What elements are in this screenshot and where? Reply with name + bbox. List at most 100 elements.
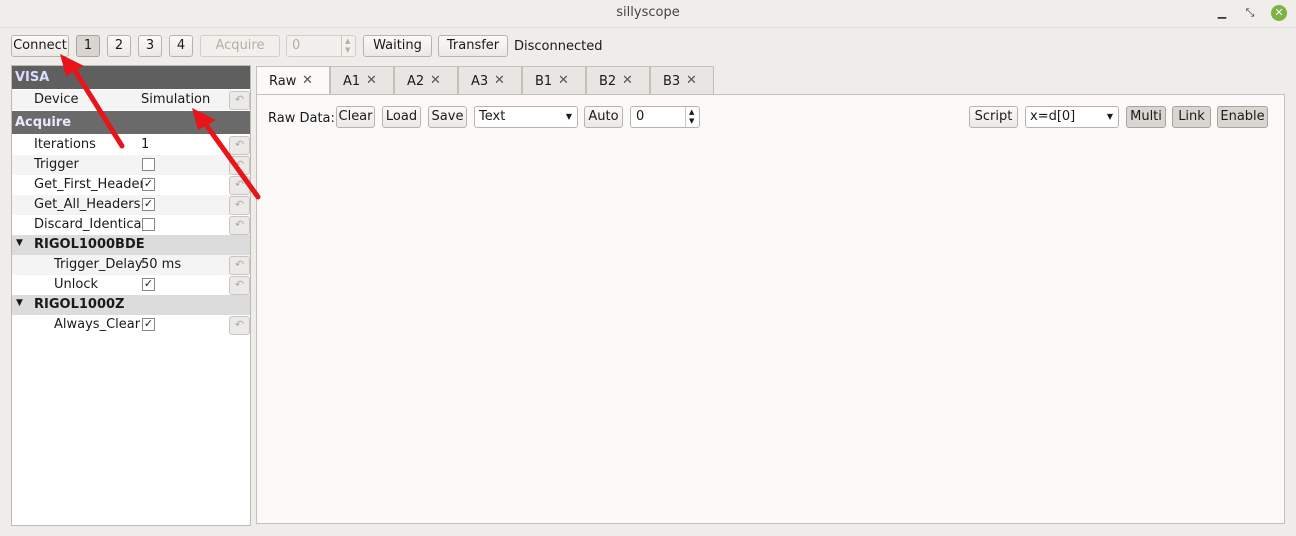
- always-clear-checkbox[interactable]: ✓: [142, 318, 155, 331]
- trigger-checkbox[interactable]: [142, 158, 155, 171]
- tab-close-icon[interactable]: ✕: [494, 73, 505, 88]
- setting-row-iterations[interactable]: Iterations 1 ↶: [12, 135, 250, 155]
- unlock-checkbox[interactable]: ✓: [142, 278, 155, 291]
- tab-label: B2: [599, 74, 617, 89]
- group-rigol1000bde[interactable]: ▼ RIGOL1000BDE: [12, 235, 250, 255]
- auto-spinbox[interactable]: 0 ▲ ▼: [630, 106, 700, 128]
- setting-row-trigger[interactable]: Trigger ↶: [12, 155, 250, 175]
- tab-label: B1: [535, 74, 553, 89]
- setting-label: Iterations: [34, 137, 96, 152]
- discard-identical-checkbox[interactable]: [142, 218, 155, 231]
- tab-label: B3: [663, 74, 681, 89]
- load-button[interactable]: Load: [382, 106, 421, 128]
- chevron-down-icon: ▼: [565, 112, 572, 121]
- setting-row-discard-identical[interactable]: Discard_Identical ↶: [12, 215, 250, 235]
- setting-label: Trigger_Delay: [54, 257, 143, 272]
- setting-label: Discard_Identical: [34, 217, 146, 232]
- setting-row-trigger-delay[interactable]: Trigger_Delay 50 ms ↶: [12, 255, 250, 275]
- spin-down-icon[interactable]: ▼: [689, 118, 694, 125]
- window-title: sillyscope: [616, 5, 680, 20]
- raw-tab-content: [256, 94, 1285, 524]
- iterations-value[interactable]: 1: [141, 137, 149, 152]
- format-dropdown[interactable]: Text ▼: [474, 106, 578, 128]
- setting-label: Always_Clear: [54, 317, 141, 332]
- channel-4-button[interactable]: 4: [169, 35, 193, 57]
- setting-row-unlock[interactable]: Unlock ✓ ↶: [12, 275, 250, 295]
- setting-row-always-clear[interactable]: Always_Clear ✓ ↶: [12, 315, 250, 335]
- script-button[interactable]: Script: [969, 106, 1018, 128]
- setting-row-get-all-headers[interactable]: Get_All_Headers ✓ ↶: [12, 195, 250, 215]
- setting-row-device[interactable]: Device Simulation ↶: [12, 90, 250, 110]
- tab-raw[interactable]: Raw ✕: [256, 66, 330, 96]
- tab-label: A2: [407, 74, 425, 89]
- section-acquire: Acquire: [12, 111, 250, 134]
- settings-panel: VISA Device Simulation ↶ Acquire Iterati…: [11, 65, 251, 526]
- acquire-button[interactable]: Acquire: [200, 35, 280, 57]
- expression-dropdown[interactable]: x=d[0] ▼: [1025, 106, 1119, 128]
- setting-label: Get_First_Header: [34, 177, 145, 192]
- expand-arrow-icon[interactable]: ▼: [16, 298, 23, 308]
- connection-status: Disconnected: [514, 39, 603, 54]
- tab-b1[interactable]: B1 ✕: [522, 66, 586, 95]
- connect-button[interactable]: Connect: [11, 35, 69, 57]
- transfer-button[interactable]: Transfer: [438, 35, 508, 57]
- enable-button[interactable]: Enable: [1217, 106, 1268, 128]
- tab-close-icon[interactable]: ✕: [430, 73, 441, 88]
- title-bar: sillyscope ▁ ⤡ ✕: [0, 0, 1296, 28]
- tab-close-icon[interactable]: ✕: [622, 73, 633, 88]
- reset-icon[interactable]: ↶: [229, 136, 250, 155]
- auto-button[interactable]: Auto: [584, 106, 623, 128]
- group-rigol1000z[interactable]: ▼ RIGOL1000Z: [12, 295, 250, 315]
- close-icon[interactable]: ✕: [1271, 5, 1287, 21]
- auto-value: 0: [636, 109, 645, 124]
- save-button[interactable]: Save: [428, 106, 467, 128]
- spin-up-icon[interactable]: ▲: [345, 38, 350, 45]
- count-value: 0: [292, 38, 301, 53]
- tab-b2[interactable]: B2 ✕: [586, 66, 650, 95]
- tab-label: A1: [343, 74, 361, 89]
- expression-value: x=d[0]: [1030, 109, 1076, 124]
- count-spinbox[interactable]: 0 ▲ ▼: [286, 35, 356, 57]
- setting-label: Get_All_Headers: [34, 197, 141, 212]
- maximize-icon[interactable]: ⤡: [1242, 5, 1258, 21]
- reset-icon[interactable]: ↶: [229, 316, 250, 335]
- reset-icon[interactable]: ↶: [229, 216, 250, 235]
- setting-row-get-first-header[interactable]: Get_First_Header ✓ ↶: [12, 175, 250, 195]
- tab-b3[interactable]: B3 ✕: [650, 66, 714, 95]
- tab-close-icon[interactable]: ✕: [558, 73, 569, 88]
- channel-2-button[interactable]: 2: [107, 35, 131, 57]
- setting-label: Unlock: [54, 277, 98, 292]
- trigger-delay-value[interactable]: 50 ms: [141, 257, 181, 272]
- spin-up-icon[interactable]: ▲: [689, 109, 694, 116]
- multi-button[interactable]: Multi: [1126, 106, 1166, 128]
- clear-button[interactable]: Clear: [336, 106, 375, 128]
- tab-close-icon[interactable]: ✕: [686, 73, 697, 88]
- chevron-down-icon: ▼: [1106, 112, 1113, 121]
- reset-icon[interactable]: ↶: [229, 156, 250, 175]
- channel-3-button[interactable]: 3: [138, 35, 162, 57]
- waiting-button[interactable]: Waiting: [363, 35, 432, 57]
- tab-a1[interactable]: A1 ✕: [330, 66, 394, 95]
- minimize-icon[interactable]: ▁: [1214, 5, 1230, 21]
- format-value: Text: [479, 109, 506, 124]
- channel-1-button[interactable]: 1: [76, 35, 100, 57]
- reset-icon[interactable]: ↶: [229, 196, 250, 215]
- reset-icon[interactable]: ↶: [229, 91, 250, 110]
- get-all-headers-checkbox[interactable]: ✓: [142, 198, 155, 211]
- tab-close-icon[interactable]: ✕: [302, 73, 313, 88]
- reset-icon[interactable]: ↶: [229, 256, 250, 275]
- device-value[interactable]: Simulation: [141, 92, 210, 107]
- spin-down-icon[interactable]: ▼: [345, 47, 350, 54]
- expand-arrow-icon[interactable]: ▼: [16, 238, 23, 248]
- setting-label: Trigger: [34, 157, 79, 172]
- tab-close-icon[interactable]: ✕: [366, 73, 377, 88]
- reset-icon[interactable]: ↶: [229, 176, 250, 195]
- group-label: RIGOL1000BDE: [34, 237, 145, 252]
- tab-a2[interactable]: A2 ✕: [394, 66, 458, 95]
- tab-a3[interactable]: A3 ✕: [458, 66, 522, 95]
- group-label: RIGOL1000Z: [34, 297, 125, 312]
- reset-icon[interactable]: ↶: [229, 276, 250, 295]
- link-button[interactable]: Link: [1172, 106, 1211, 128]
- tab-label: A3: [471, 74, 489, 89]
- get-first-header-checkbox[interactable]: ✓: [142, 178, 155, 191]
